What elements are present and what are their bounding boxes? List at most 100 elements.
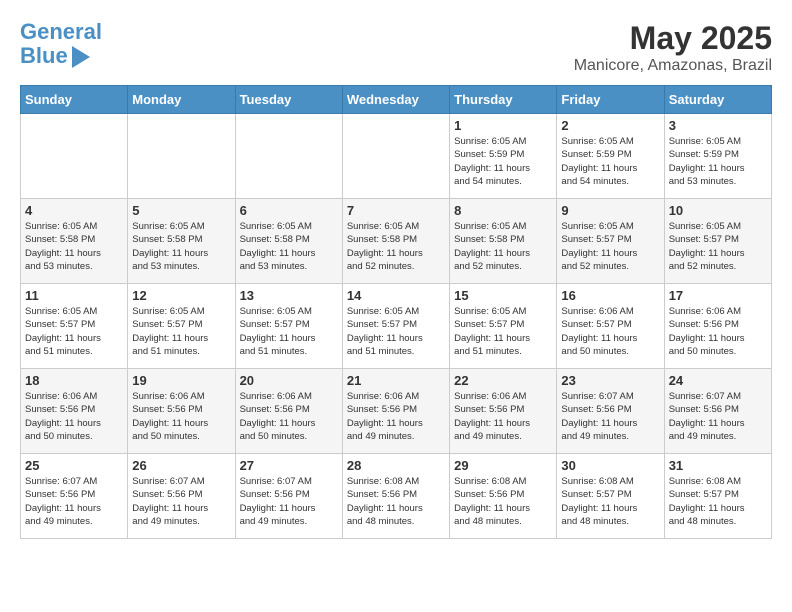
day-info: Sunrise: 6:06 AM Sunset: 5:56 PM Dayligh… [240, 390, 338, 443]
day-number: 5 [132, 203, 230, 218]
calendar-cell: 23 Sunrise: 6:07 AM Sunset: 5:56 PM Dayli… [557, 369, 664, 454]
day-number: 3 [669, 118, 767, 133]
day-info: Sunrise: 6:05 AM Sunset: 5:59 PM Dayligh… [454, 135, 552, 188]
calendar-cell [342, 114, 449, 199]
calendar-cell: 14Sunrise: 6:05 AM Sunset: 5:57 PM Dayli… [342, 284, 449, 369]
calendar-cell: 20 Sunrise: 6:06 AM Sunset: 5:56 PM Dayli… [235, 369, 342, 454]
day-info: Sunrise: 6:08 AM Sunset: 5:57 PM Dayligh… [669, 475, 767, 528]
day-info: Sunrise: 6:07 AM Sunset: 5:56 PM Dayligh… [669, 390, 767, 443]
day-info: Sunrise: 6:06 AM Sunset: 5:57 PM Dayligh… [561, 305, 659, 358]
calendar-cell: 8Sunrise: 6:05 AM Sunset: 5:58 PM Daylig… [450, 199, 557, 284]
day-number: 27 [240, 458, 338, 473]
calendar-cell: 7Sunrise: 6:05 AM Sunset: 5:58 PM Daylig… [342, 199, 449, 284]
day-info: Sunrise: 6:05 AM Sunset: 5:57 PM Dayligh… [454, 305, 552, 358]
day-info: Sunrise: 6:06 AM Sunset: 5:56 PM Dayligh… [347, 390, 445, 443]
day-number: 17 [669, 288, 767, 303]
day-info: Sunrise: 6:06 AM Sunset: 5:56 PM Dayligh… [669, 305, 767, 358]
calendar-cell: 25 Sunrise: 6:07 AM Sunset: 5:56 PM Dayli… [21, 454, 128, 539]
location: Manicore, Amazonas, Brazil [574, 57, 772, 75]
day-info: Sunrise: 6:05 AM Sunset: 5:58 PM Dayligh… [454, 220, 552, 273]
day-number: 16 [561, 288, 659, 303]
weekday-header-wednesday: Wednesday [342, 86, 449, 114]
day-number: 9 [561, 203, 659, 218]
day-number: 6 [240, 203, 338, 218]
month-title: May 2025 [574, 20, 772, 57]
day-number: 25 [25, 458, 123, 473]
calendar-week-2: 4 Sunrise: 6:05 AM Sunset: 5:58 PM Daylig… [21, 199, 772, 284]
calendar-cell: 21 Sunrise: 6:06 AM Sunset: 5:56 PM Dayli… [342, 369, 449, 454]
page-header: General Blue May 2025 Manicore, Amazonas… [20, 20, 772, 75]
calendar-cell: 28Sunrise: 6:08 AM Sunset: 5:56 PM Dayli… [342, 454, 449, 539]
day-number: 12 [132, 288, 230, 303]
day-number: 21 [347, 373, 445, 388]
day-number: 19 [132, 373, 230, 388]
day-info: Sunrise: 6:05 AM Sunset: 5:59 PM Dayligh… [561, 135, 659, 188]
day-number: 4 [25, 203, 123, 218]
day-info: Sunrise: 6:06 AM Sunset: 5:56 PM Dayligh… [132, 390, 230, 443]
calendar-cell: 24 Sunrise: 6:07 AM Sunset: 5:56 PM Dayli… [664, 369, 771, 454]
day-info: Sunrise: 6:06 AM Sunset: 5:56 PM Dayligh… [25, 390, 123, 443]
day-number: 23 [561, 373, 659, 388]
calendar-cell: 3Sunrise: 6:05 AM Sunset: 5:59 PM Daylig… [664, 114, 771, 199]
calendar-cell: 11 Sunrise: 6:05 AM Sunset: 5:57 PM Dayli… [21, 284, 128, 369]
day-info: Sunrise: 6:07 AM Sunset: 5:56 PM Dayligh… [561, 390, 659, 443]
calendar-cell: 2 Sunrise: 6:05 AM Sunset: 5:59 PM Daylig… [557, 114, 664, 199]
calendar-cell: 29Sunrise: 6:08 AM Sunset: 5:56 PM Dayli… [450, 454, 557, 539]
day-info: Sunrise: 6:05 AM Sunset: 5:57 PM Dayligh… [347, 305, 445, 358]
calendar-cell [235, 114, 342, 199]
calendar-cell: 27 Sunrise: 6:07 AM Sunset: 5:56 PM Dayli… [235, 454, 342, 539]
calendar-cell: 12 Sunrise: 6:05 AM Sunset: 5:57 PM Dayli… [128, 284, 235, 369]
day-info: Sunrise: 6:08 AM Sunset: 5:56 PM Dayligh… [454, 475, 552, 528]
weekday-header-saturday: Saturday [664, 86, 771, 114]
calendar-week-3: 11 Sunrise: 6:05 AM Sunset: 5:57 PM Dayli… [21, 284, 772, 369]
calendar-cell: 4 Sunrise: 6:05 AM Sunset: 5:58 PM Daylig… [21, 199, 128, 284]
day-info: Sunrise: 6:05 AM Sunset: 5:57 PM Dayligh… [240, 305, 338, 358]
calendar-table: SundayMondayTuesdayWednesdayThursdayFrid… [20, 85, 772, 539]
day-number: 2 [561, 118, 659, 133]
day-info: Sunrise: 6:05 AM Sunset: 5:58 PM Dayligh… [347, 220, 445, 273]
calendar-cell: 19 Sunrise: 6:06 AM Sunset: 5:56 PM Dayli… [128, 369, 235, 454]
day-info: Sunrise: 6:08 AM Sunset: 5:57 PM Dayligh… [561, 475, 659, 528]
day-info: Sunrise: 6:05 AM Sunset: 5:58 PM Dayligh… [132, 220, 230, 273]
day-number: 13 [240, 288, 338, 303]
day-info: Sunrise: 6:05 AM Sunset: 5:58 PM Dayligh… [25, 220, 123, 273]
day-info: Sunrise: 6:08 AM Sunset: 5:56 PM Dayligh… [347, 475, 445, 528]
day-number: 22 [454, 373, 552, 388]
calendar-week-4: 18Sunrise: 6:06 AM Sunset: 5:56 PM Dayli… [21, 369, 772, 454]
calendar-cell: 5 Sunrise: 6:05 AM Sunset: 5:58 PM Daylig… [128, 199, 235, 284]
calendar-cell: 16 Sunrise: 6:06 AM Sunset: 5:57 PM Dayli… [557, 284, 664, 369]
day-number: 26 [132, 458, 230, 473]
day-number: 24 [669, 373, 767, 388]
weekday-header-monday: Monday [128, 86, 235, 114]
logo: General Blue [20, 20, 102, 68]
weekday-header-friday: Friday [557, 86, 664, 114]
day-number: 15 [454, 288, 552, 303]
calendar-cell [21, 114, 128, 199]
calendar-week-5: 25 Sunrise: 6:07 AM Sunset: 5:56 PM Dayli… [21, 454, 772, 539]
day-info: Sunrise: 6:07 AM Sunset: 5:56 PM Dayligh… [25, 475, 123, 528]
day-info: Sunrise: 6:05 AM Sunset: 5:57 PM Dayligh… [669, 220, 767, 273]
day-info: Sunrise: 6:05 AM Sunset: 5:57 PM Dayligh… [132, 305, 230, 358]
day-number: 31 [669, 458, 767, 473]
calendar-cell: 10 Sunrise: 6:05 AM Sunset: 5:57 PM Dayli… [664, 199, 771, 284]
day-info: Sunrise: 6:06 AM Sunset: 5:56 PM Dayligh… [454, 390, 552, 443]
day-number: 30 [561, 458, 659, 473]
day-info: Sunrise: 6:07 AM Sunset: 5:56 PM Dayligh… [240, 475, 338, 528]
day-number: 11 [25, 288, 123, 303]
calendar-cell: 26Sunrise: 6:07 AM Sunset: 5:56 PM Dayli… [128, 454, 235, 539]
day-info: Sunrise: 6:05 AM Sunset: 5:57 PM Dayligh… [561, 220, 659, 273]
weekday-header-row: SundayMondayTuesdayWednesdayThursdayFrid… [21, 86, 772, 114]
calendar-cell: 30 Sunrise: 6:08 AM Sunset: 5:57 PM Dayli… [557, 454, 664, 539]
logo-blue: Blue [20, 44, 68, 68]
day-number: 10 [669, 203, 767, 218]
day-info: Sunrise: 6:05 AM Sunset: 5:57 PM Dayligh… [25, 305, 123, 358]
day-number: 20 [240, 373, 338, 388]
day-number: 1 [454, 118, 552, 133]
logo-text: General [20, 20, 102, 44]
day-info: Sunrise: 6:05 AM Sunset: 5:58 PM Dayligh… [240, 220, 338, 273]
calendar-cell: 18Sunrise: 6:06 AM Sunset: 5:56 PM Dayli… [21, 369, 128, 454]
calendar-cell: 6 Sunrise: 6:05 AM Sunset: 5:58 PM Daylig… [235, 199, 342, 284]
calendar-cell: 22 Sunrise: 6:06 AM Sunset: 5:56 PM Dayli… [450, 369, 557, 454]
weekday-header-tuesday: Tuesday [235, 86, 342, 114]
calendar-cell: 15 Sunrise: 6:05 AM Sunset: 5:57 PM Dayli… [450, 284, 557, 369]
